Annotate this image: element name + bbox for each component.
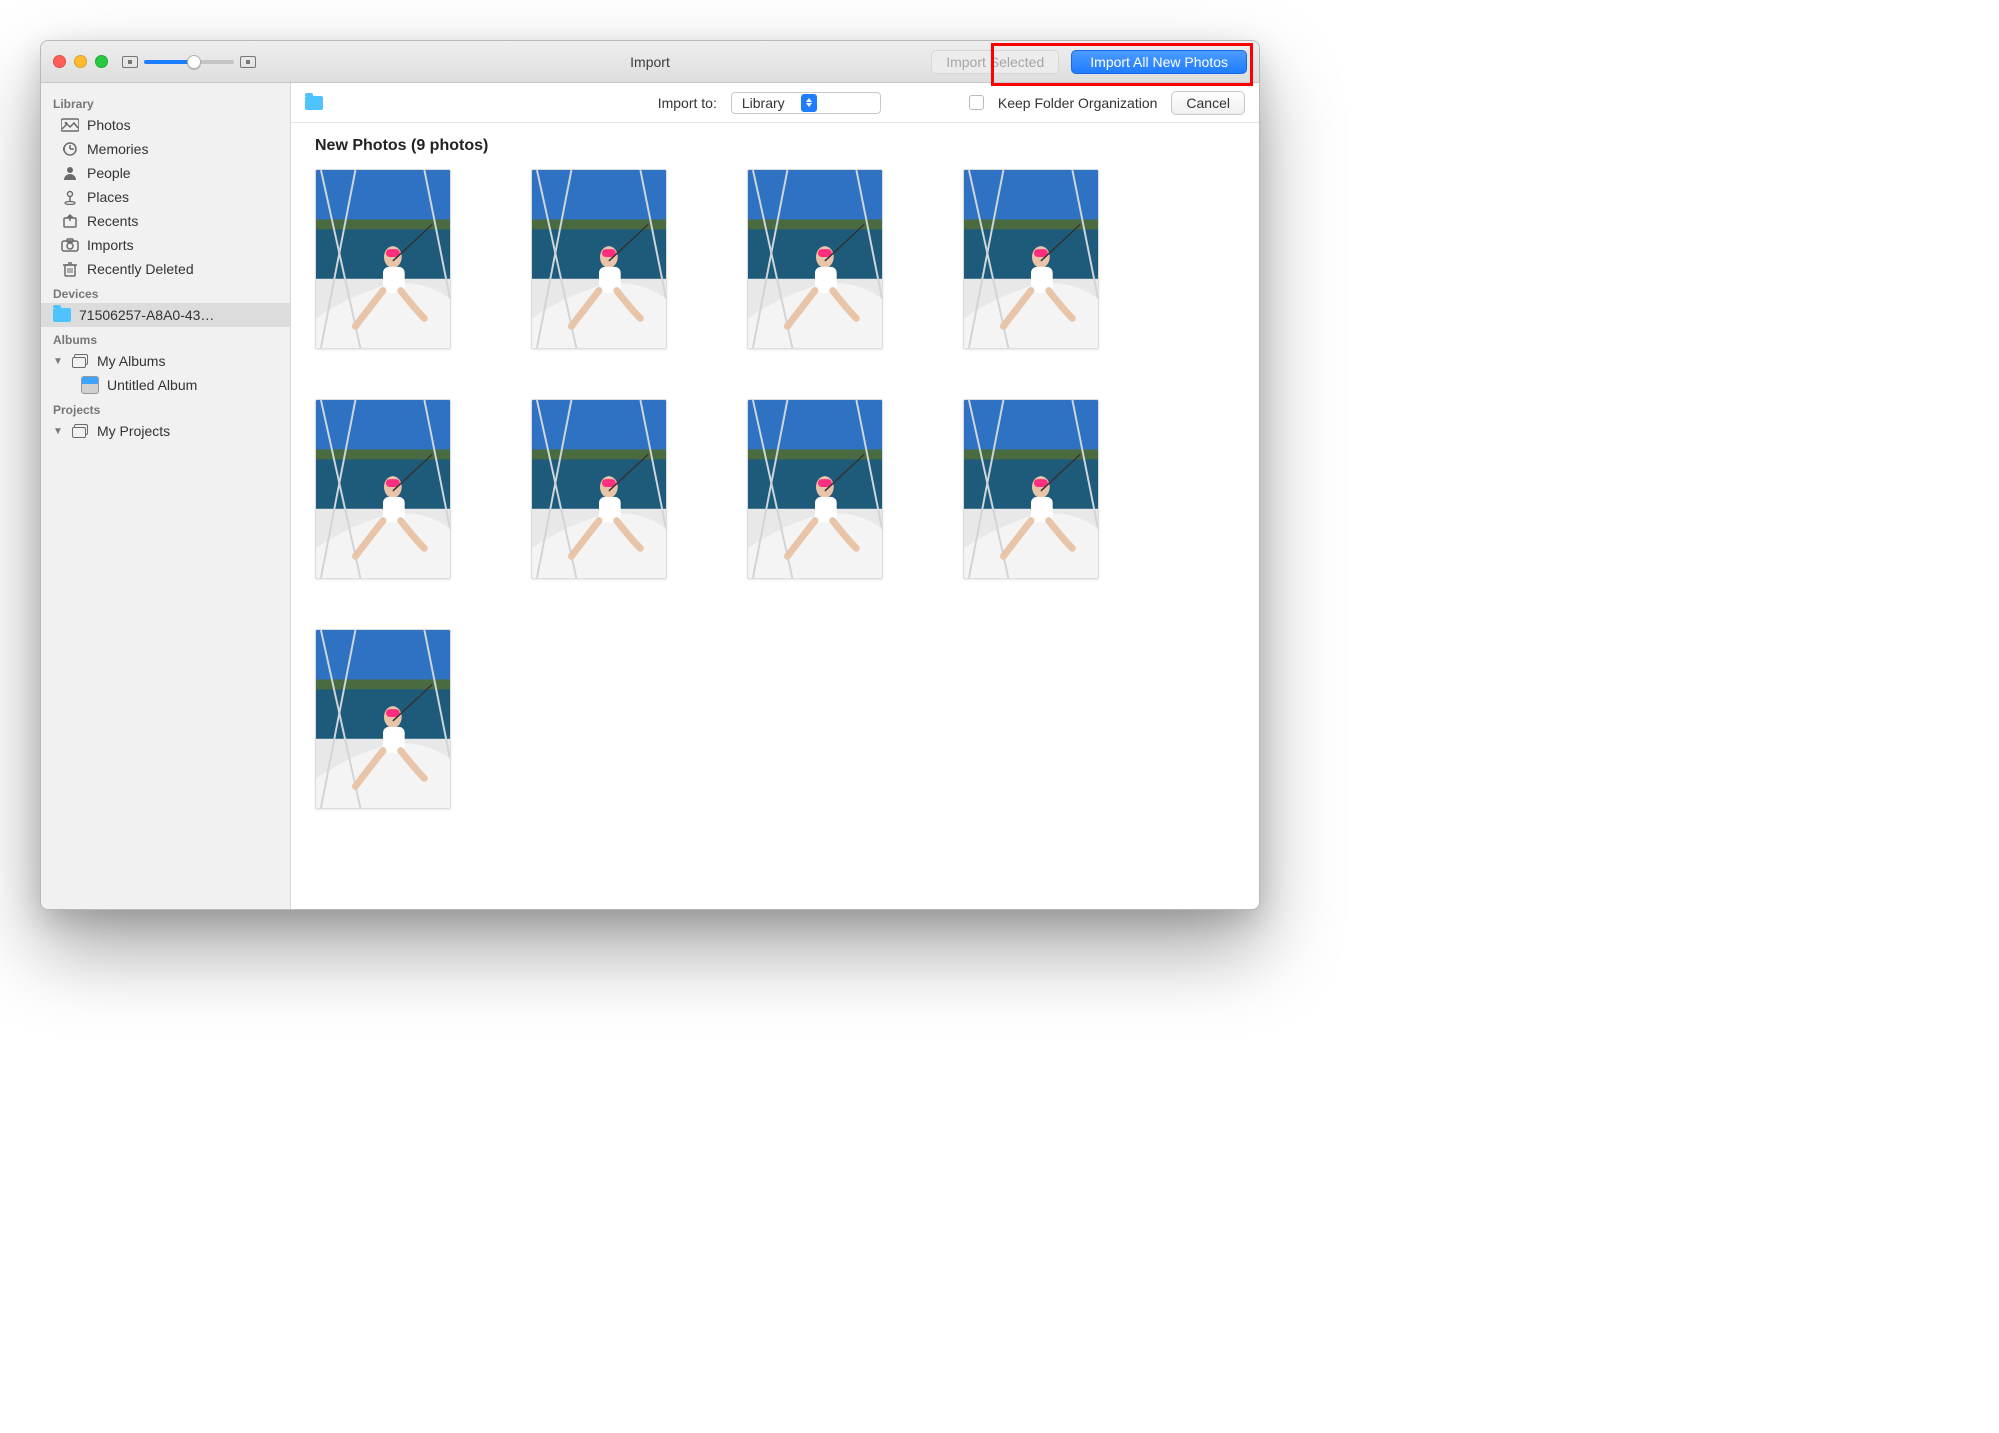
- zoom-slider[interactable]: [144, 60, 234, 64]
- photo-thumbnail[interactable]: [531, 399, 667, 579]
- sidebar-item-label: My Projects: [97, 423, 170, 439]
- photo-thumbnail[interactable]: [315, 629, 451, 809]
- photo-thumbnail[interactable]: [747, 169, 883, 349]
- window-title: Import: [630, 54, 670, 70]
- places-icon: [61, 189, 79, 205]
- titlebar: Import Import Selected Import All New Ph…: [41, 41, 1259, 83]
- window-controls: [53, 55, 108, 68]
- sidebar-section-library: Library: [41, 91, 290, 113]
- sidebar-item-label: Photos: [87, 117, 131, 133]
- photo-thumbnail[interactable]: [315, 399, 451, 579]
- close-window-button[interactable]: [53, 55, 66, 68]
- fullscreen-window-button[interactable]: [95, 55, 108, 68]
- sidebar-item-recents[interactable]: Recents: [41, 209, 290, 233]
- sidebar-item-label: Places: [87, 189, 129, 205]
- sidebar-item-label: 71506257-A8A0-43…: [79, 307, 214, 323]
- keep-folder-organization-label: Keep Folder Organization: [998, 95, 1158, 111]
- photo-grid: [315, 169, 1235, 809]
- sidebar-section-devices: Devices: [41, 281, 290, 303]
- sidebar-item-recently-deleted[interactable]: Recently Deleted: [41, 257, 290, 281]
- photo-thumbnail[interactable]: [531, 169, 667, 349]
- sidebar-item-my-projects[interactable]: ▼ My Projects: [41, 419, 290, 443]
- sidebar-item-places[interactable]: Places: [41, 185, 290, 209]
- keep-folder-organization-checkbox[interactable]: [969, 95, 984, 110]
- sidebar-item-memories[interactable]: Memories: [41, 137, 290, 161]
- photo-thumbnail[interactable]: [963, 399, 1099, 579]
- folder-icon: [53, 307, 71, 323]
- sidebar-item-people[interactable]: People: [41, 161, 290, 185]
- import-to-value: Library: [742, 95, 785, 111]
- sidebar-section-projects: Projects: [41, 397, 290, 419]
- sidebar-item-label: People: [87, 165, 131, 181]
- photo-thumbnail[interactable]: [747, 399, 883, 579]
- people-icon: [61, 165, 79, 181]
- zoom-slider-thumb[interactable]: [187, 55, 201, 69]
- main-panel: Import to: Library Keep Folder Organizat…: [291, 83, 1259, 909]
- group-title: New Photos (9 photos): [315, 137, 1235, 155]
- sidebar-section-albums: Albums: [41, 327, 290, 349]
- folder-icon: [305, 95, 323, 111]
- imports-icon: [61, 237, 79, 253]
- zoom-out-icon: [122, 56, 138, 68]
- sidebar-item-label: My Albums: [97, 353, 165, 369]
- select-stepper-icon: [801, 94, 817, 112]
- photo-thumbnail[interactable]: [315, 169, 451, 349]
- import-to-select[interactable]: Library: [731, 92, 881, 114]
- album-stack-icon: [71, 353, 89, 369]
- content-area: New Photos (9 photos): [291, 123, 1259, 909]
- sidebar-item-label: Memories: [87, 141, 148, 157]
- sidebar-item-label: Recents: [87, 213, 138, 229]
- sidebar-item-untitled-album[interactable]: Untitled Album: [41, 373, 290, 397]
- disclosure-triangle-icon[interactable]: ▼: [53, 426, 63, 437]
- sidebar-item-device[interactable]: 71506257-A8A0-43…: [41, 303, 290, 327]
- memories-icon: [61, 141, 79, 157]
- sidebar-item-label: Imports: [87, 237, 134, 253]
- cancel-button[interactable]: Cancel: [1171, 91, 1245, 115]
- thumbnail-zoom-control[interactable]: [122, 56, 256, 68]
- sidebar: Library Photos Memories People: [41, 83, 291, 909]
- disclosure-triangle-icon[interactable]: ▼: [53, 356, 63, 367]
- recents-icon: [61, 213, 79, 229]
- album-thumb-icon: [81, 377, 99, 393]
- project-stack-icon: [71, 423, 89, 439]
- import-all-new-photos-button[interactable]: Import All New Photos: [1071, 50, 1247, 74]
- minimize-window-button[interactable]: [74, 55, 87, 68]
- sidebar-item-label: Recently Deleted: [87, 261, 194, 277]
- sidebar-item-photos[interactable]: Photos: [41, 113, 290, 137]
- import-toolbar: Import to: Library Keep Folder Organizat…: [291, 83, 1259, 123]
- import-selected-button: Import Selected: [931, 50, 1059, 74]
- photo-thumbnail[interactable]: [963, 169, 1099, 349]
- zoom-in-icon: [240, 56, 256, 68]
- photos-icon: [61, 117, 79, 133]
- import-to-label: Import to:: [658, 95, 717, 111]
- sidebar-item-imports[interactable]: Imports: [41, 233, 290, 257]
- sidebar-item-my-albums[interactable]: ▼ My Albums: [41, 349, 290, 373]
- app-window: Import Import Selected Import All New Ph…: [40, 40, 1260, 910]
- sidebar-item-label: Untitled Album: [107, 377, 197, 393]
- trash-icon: [61, 261, 79, 277]
